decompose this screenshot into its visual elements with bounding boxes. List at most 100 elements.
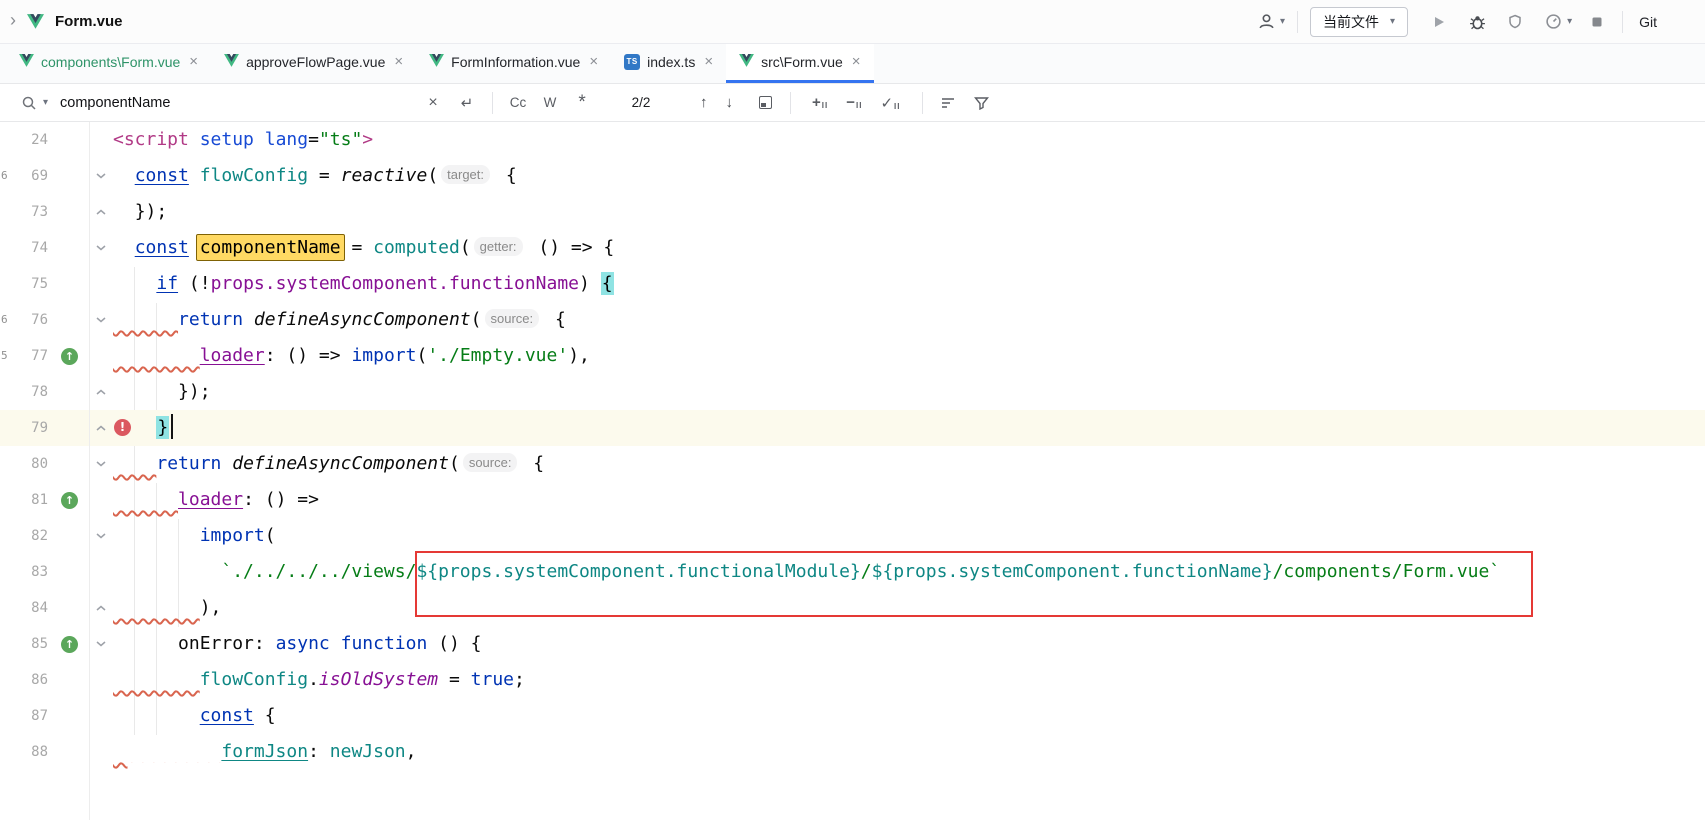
code-text[interactable]: formJson: newJson, (113, 734, 1705, 770)
code-text[interactable]: return defineAsyncComponent(source: { (113, 446, 1705, 482)
prev-match-icon[interactable]: ↑ (691, 94, 717, 111)
clear-search-icon[interactable]: × (420, 91, 446, 115)
tab-forminformation-vue[interactable]: FormInformation.vue× (416, 44, 611, 83)
code-text[interactable]: const componentName = computed(getter: (… (113, 230, 1705, 266)
code-line-78[interactable]: 78 }); (0, 374, 1705, 410)
fold-marker-icon[interactable] (89, 158, 113, 194)
minus-bars-icon[interactable]: −II (837, 94, 871, 111)
code-line-24[interactable]: 24 <script setup lang="ts"> (0, 122, 1705, 158)
code-line-73[interactable]: 73 }); (0, 194, 1705, 230)
user-icon[interactable] (1253, 9, 1279, 35)
open-in-find-window-icon[interactable] (752, 91, 778, 115)
error-icon[interactable]: ! (114, 419, 131, 436)
fold-marker-icon[interactable] (89, 194, 113, 230)
git-menu[interactable]: Git (1639, 14, 1657, 30)
fold-marker-icon[interactable] (89, 626, 113, 662)
match-case-icon[interactable]: Cc (505, 91, 531, 115)
fold-marker-icon[interactable] (89, 338, 113, 374)
filter-funnel-icon[interactable] (969, 91, 995, 115)
line-number[interactable]: 85 (10, 626, 48, 662)
line-number[interactable]: 79 (10, 410, 48, 446)
line-number[interactable]: 81 (10, 482, 48, 518)
debug-bug-icon[interactable] (1464, 9, 1490, 35)
implements-gutter-icon[interactable]: ↑ (61, 348, 78, 365)
close-tab-icon[interactable]: × (589, 55, 598, 69)
code-line-83[interactable]: 83 `./../../../views/${props.systemCompo… (0, 554, 1705, 590)
code-line-76[interactable]: 676 return defineAsyncComponent(source: … (0, 302, 1705, 338)
tab-index-ts[interactable]: TSindex.ts× (611, 44, 726, 83)
newline-icon[interactable]: ↵ (454, 91, 480, 115)
fold-marker-icon[interactable] (89, 734, 113, 770)
code-line-82[interactable]: 82 import( (0, 518, 1705, 554)
line-number[interactable]: 86 (10, 662, 48, 698)
code-line-77[interactable]: 577↑ loader: () => import('./Empty.vue')… (0, 338, 1705, 374)
fold-marker-icon[interactable] (89, 266, 113, 302)
tab-src-form-vue[interactable]: src\Form.vue× (726, 44, 873, 83)
run-with-coverage-icon[interactable] (1502, 9, 1528, 35)
code-line-79[interactable]: ! 79 } (0, 410, 1705, 446)
search-input[interactable]: componentName (60, 95, 420, 111)
run-config-selector[interactable]: 当前文件 ▾ (1310, 7, 1408, 37)
code-text[interactable]: loader: () => import('./Empty.vue'), (113, 338, 1705, 374)
code-text[interactable]: const flowConfig = reactive(target: { (113, 158, 1705, 194)
implements-gutter-icon[interactable]: ↑ (61, 636, 78, 653)
implements-gutter-icon[interactable]: ↑ (61, 492, 78, 509)
line-number[interactable]: 76 (10, 302, 48, 338)
line-number[interactable]: 73 (10, 194, 48, 230)
profiler-icon[interactable] (1540, 9, 1566, 35)
line-number[interactable]: 80 (10, 446, 48, 482)
code-line-84[interactable]: 84 ), (0, 590, 1705, 626)
code-text[interactable]: loader: () => (113, 482, 1705, 518)
fold-marker-icon[interactable] (89, 554, 113, 590)
code-text[interactable]: import( (113, 518, 1705, 554)
tab-approveflowpage-vue[interactable]: approveFlowPage.vue× (211, 44, 416, 83)
code-line-75[interactable]: 75 if (!props.systemComponent.functionNa… (0, 266, 1705, 302)
code-text[interactable]: ), (113, 590, 1705, 626)
code-text[interactable]: const { (113, 698, 1705, 734)
close-tab-icon[interactable]: × (852, 55, 861, 69)
search-history-icon[interactable]: ▾ (43, 97, 48, 108)
line-number[interactable]: 78 (10, 374, 48, 410)
code-text[interactable]: if (!props.systemComponent.functionName)… (113, 266, 1705, 302)
fold-marker-icon[interactable] (89, 410, 113, 446)
filter-lines-icon[interactable] (935, 91, 961, 115)
code-text[interactable]: flowConfig.isOldSystem = true; (113, 662, 1705, 698)
checkmark-bars-icon[interactable]: ✓II (871, 94, 909, 112)
fold-marker-icon[interactable] (89, 374, 113, 410)
close-tab-icon[interactable]: × (394, 55, 403, 69)
line-number[interactable]: 77 (10, 338, 48, 374)
code-line-80[interactable]: 80 return defineAsyncComponent(source: { (0, 446, 1705, 482)
line-number[interactable]: 24 (10, 122, 48, 158)
code-line-74[interactable]: 74 const componentName = computed(getter… (0, 230, 1705, 266)
fold-marker-icon[interactable] (89, 230, 113, 266)
code-text[interactable]: <script setup lang="ts"> (113, 122, 1705, 158)
code-text[interactable]: onError: async function () { (113, 626, 1705, 662)
fold-marker-icon[interactable] (89, 302, 113, 338)
line-number[interactable]: 82 (10, 518, 48, 554)
fold-marker-icon[interactable] (89, 518, 113, 554)
code-text[interactable]: `./../../../views/${props.systemComponen… (113, 554, 1705, 590)
code-line-87[interactable]: 87 const { (0, 698, 1705, 734)
plus-bars-icon[interactable]: +II (803, 94, 837, 111)
fold-marker-icon[interactable] (89, 122, 113, 158)
line-number[interactable]: 83 (10, 554, 48, 590)
line-number[interactable]: 69 (10, 158, 48, 194)
fold-marker-icon[interactable] (89, 698, 113, 734)
line-number[interactable]: 74 (10, 230, 48, 266)
line-number[interactable]: 88 (10, 734, 48, 770)
run-icon[interactable] (1426, 9, 1452, 35)
code-line-81[interactable]: 81 ↑ loader: () => (0, 482, 1705, 518)
line-number[interactable]: 75 (10, 266, 48, 302)
regex-icon[interactable]: * (569, 91, 595, 115)
code-text[interactable]: } (113, 410, 1705, 446)
line-number[interactable]: 84 (10, 590, 48, 626)
close-tab-icon[interactable]: × (189, 55, 198, 69)
fold-marker-icon[interactable] (89, 482, 113, 518)
profiler-chevron-icon[interactable]: ▾ (1567, 16, 1572, 27)
fold-marker-icon[interactable] (89, 662, 113, 698)
chevron-right-icon[interactable]: › (8, 10, 22, 33)
fold-marker-icon[interactable] (89, 590, 113, 626)
stop-icon[interactable] (1584, 9, 1610, 35)
code-editor[interactable]: 24<script setup lang="ts">669 const flow… (0, 122, 1705, 820)
code-text[interactable]: return defineAsyncComponent(source: { (113, 302, 1705, 338)
